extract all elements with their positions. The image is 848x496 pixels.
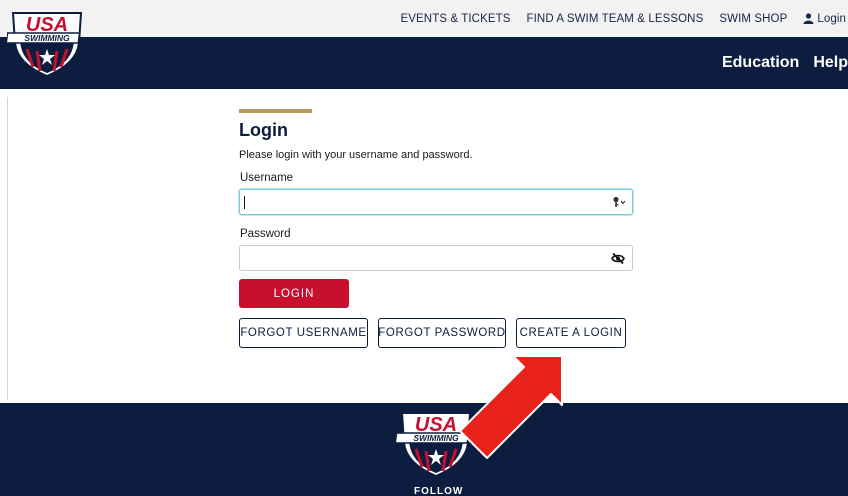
nav-help[interactable]: Help [813,54,848,72]
username-label: Username [240,172,294,184]
utility-nav: EVENTS & TICKETS FIND A SWIM TEAM & LESS… [400,0,848,37]
left-divider [7,97,8,400]
create-login-button[interactable]: CREATE A LOGIN [516,318,626,348]
footer-usa-swimming-logo[interactable]: USA SWIMMING [396,408,476,478]
logo-text-swimming: SWIMMING [24,33,70,43]
login-link-label: Login [817,12,846,25]
page-title: Login [239,120,288,140]
swim-shop-link[interactable]: SWIM SHOP [719,13,787,25]
nav-education[interactable]: Education [722,54,799,72]
password-manager-key-icon[interactable] [612,196,626,208]
password-input[interactable] [239,245,633,271]
eye-slash-icon[interactable] [611,252,625,265]
usa-swimming-logo[interactable]: USA SWIMMING [7,9,87,77]
find-swim-team-link[interactable]: FIND A SWIM TEAM & LESSONS [527,13,704,25]
title-accent-bar [239,109,312,113]
forgot-password-button[interactable]: FORGOT PASSWORD [378,318,506,348]
user-icon [803,13,814,24]
login-button[interactable]: LOGIN [239,279,349,308]
main-nav-bar [0,37,848,89]
text-caret [244,196,245,209]
footer-follow-heading: FOLLOW [414,486,464,496]
login-link[interactable]: Login [803,13,846,25]
forgot-username-button[interactable]: FORGOT USERNAME [239,318,368,348]
events-tickets-link[interactable]: EVENTS & TICKETS [400,13,510,25]
main-nav: Education Help [722,37,848,89]
login-instructions: Please login with your username and pass… [239,149,473,161]
username-input[interactable] [239,189,633,215]
password-label: Password [240,228,291,240]
footer-logo-text-swimming: SWIMMING [413,433,459,443]
